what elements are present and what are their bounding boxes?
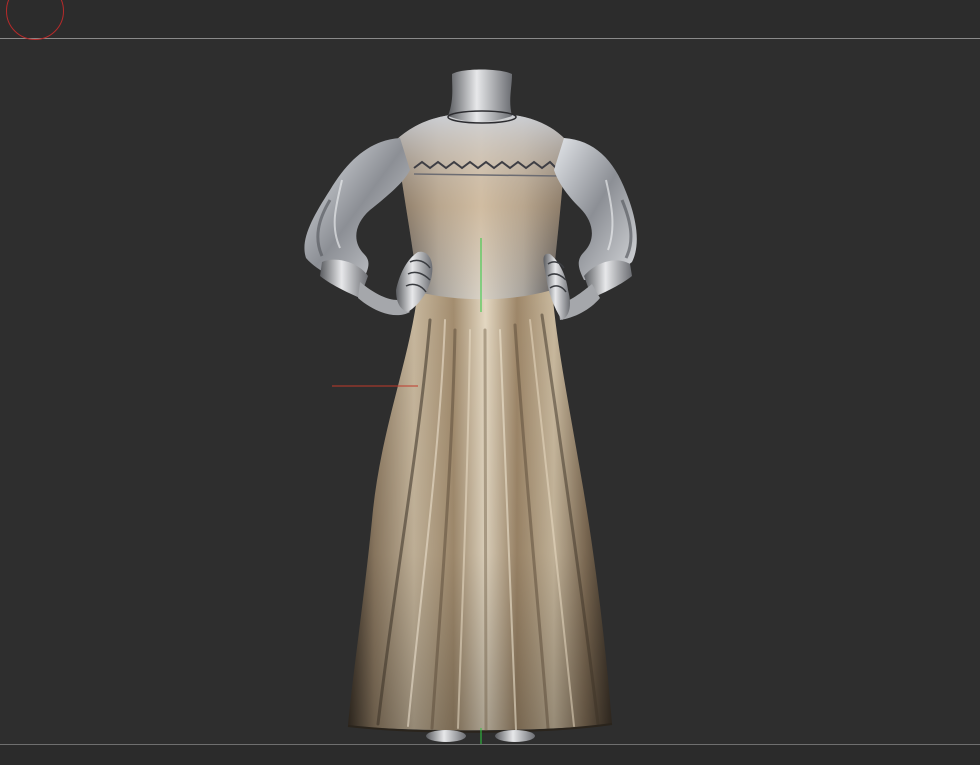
left-foot [426, 730, 466, 742]
3d-viewport[interactable] [0, 0, 980, 765]
left-sleeve [304, 138, 410, 282]
dress-mesh-icon[interactable] [0, 0, 980, 765]
right-foot [495, 730, 535, 742]
skirt-shading [348, 288, 612, 731]
viewport-footer-strip [0, 745, 980, 765]
dress-collar [448, 69, 512, 122]
